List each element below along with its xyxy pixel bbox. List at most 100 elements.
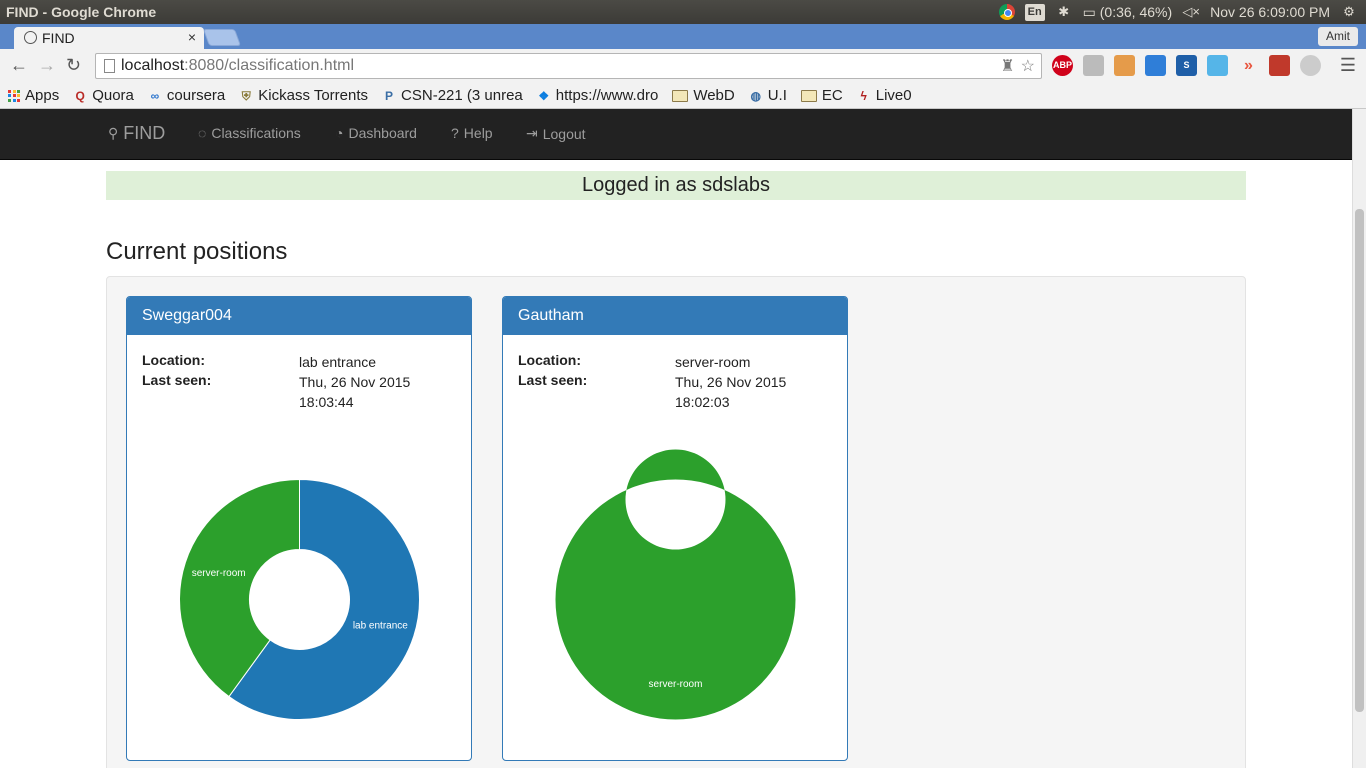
browser-toolbar: ← → ↻ localhost:8080/classification.html… (0, 49, 1366, 83)
ghost-extension-icon[interactable] (1207, 55, 1228, 76)
bookmark-item[interactable]: WebD (672, 87, 735, 104)
chrome-icon[interactable] (998, 4, 1015, 20)
brand-link[interactable]: ⚲ FIND (108, 123, 165, 144)
last-seen-date: Thu, 26 Nov 2015 (299, 374, 411, 390)
slice-label: lab entrance (353, 620, 408, 631)
volume-icon[interactable]: ◁× (1182, 3, 1200, 21)
bookmark-item[interactable]: P CSN-221 (3 unrea (382, 87, 523, 104)
url-text[interactable]: localhost:8080/classification.html (121, 57, 354, 75)
circle-extension-icon[interactable] (1300, 55, 1321, 76)
bookmark-star-icon[interactable]: ☆ (1021, 56, 1035, 76)
bookmark-label: WebD (693, 87, 735, 104)
forward-arrow-icon[interactable]: → (38, 55, 56, 76)
new-tab-button[interactable] (202, 29, 242, 46)
coursera-icon: ∞ (150, 88, 160, 103)
adblock-icon[interactable]: ABP (1052, 55, 1073, 76)
arrow-extension-icon[interactable]: » (1238, 55, 1259, 76)
chrome-menu-icon[interactable]: ☰ (1340, 55, 1356, 76)
user-card: Sweggar004 Location: lab entrance Last s… (126, 296, 472, 761)
positions-well: Sweggar004 Location: lab entrance Last s… (106, 276, 1246, 768)
tab-close-icon[interactable]: × (188, 29, 196, 45)
nav-help[interactable]: ? Help (451, 125, 493, 141)
location-value: lab entrance (299, 354, 377, 370)
bookmark-item[interactable]: ϟ Live0 (857, 87, 912, 104)
app-navbar: ⚲ FIND ◌ Classifications ◔ Dashboard ? H… (0, 109, 1352, 160)
battery-text: (0:36, 46%) (1099, 3, 1173, 20)
bookmark-label: Apps (25, 87, 60, 104)
s-extension-icon[interactable]: S (1176, 55, 1197, 76)
dashboard-icon: ◔ (335, 125, 344, 141)
bookmark-item[interactable]: ∞ coursera (148, 87, 226, 104)
quora-icon: Q (75, 88, 85, 103)
last-seen-label: Last seen: (142, 372, 212, 388)
back-arrow-icon[interactable]: ← (10, 55, 28, 76)
map-marker-icon: ⚲ (108, 125, 119, 141)
os-title-bar: FIND - Google Chrome En ✱ ▭ (0:36, 46%) … (0, 0, 1366, 24)
apps-grid-icon (8, 89, 20, 102)
location-label: Location: (142, 352, 205, 368)
nav-classifications[interactable]: ◌ Classifications (198, 125, 301, 141)
url-host: localhost (121, 57, 185, 74)
slice-label: server-room (649, 679, 703, 690)
book-extension-icon[interactable] (1269, 55, 1290, 76)
clock[interactable]: Nov 26 6:09:00 PM (1210, 4, 1330, 20)
last-seen-time: 18:03:44 (299, 394, 354, 410)
settings-gear-icon[interactable]: ⚙ (1340, 3, 1358, 21)
bookmark-item[interactable]: ⛨ Kickass Torrents (239, 87, 368, 104)
bookmark-label: EC (821, 87, 843, 104)
nav-logout[interactable]: ⇥ Logout (526, 125, 586, 142)
window-title: FIND - Google Chrome (6, 4, 157, 20)
bookmark-label: Quora (92, 87, 134, 104)
globe-icon: ◍ (750, 88, 761, 103)
profile-button[interactable]: Amit (1318, 27, 1358, 46)
location-donut-chart: lab entrance server-room (179, 478, 420, 720)
refresh-icon: ◌ (198, 125, 207, 141)
bookmark-label: Live0 (875, 87, 912, 104)
tab-title: FIND (42, 30, 75, 46)
window-extension-icon[interactable] (1145, 55, 1166, 76)
brand-text: FIND (123, 123, 166, 143)
bookmark-item[interactable]: Apps (8, 87, 59, 104)
mail-checker-icon[interactable] (1083, 55, 1104, 76)
omnibox-actions: ♜ ☆ (1000, 56, 1035, 76)
tab-find[interactable]: FIND × (14, 27, 204, 49)
extension-mascot-icon[interactable]: ♜ (1000, 56, 1014, 76)
extension-icons: ABP S » (1052, 55, 1321, 76)
user-name: Sweggar004 (127, 297, 471, 335)
page-icon (104, 59, 115, 73)
location-donut-chart: server-room (555, 449, 796, 720)
bookmark-item[interactable]: Q Quora (73, 87, 134, 104)
reload-icon[interactable]: ↻ (66, 55, 81, 76)
nav-dashboard[interactable]: ◔ Dashboard (335, 125, 417, 141)
location-value: server-room (675, 354, 751, 370)
nav-logout-label: Logout (542, 125, 586, 142)
bookmark-item[interactable]: EC (800, 87, 843, 104)
tab-strip: FIND × Amit (0, 24, 1366, 49)
bookmark-label: U.I (767, 87, 787, 104)
battery-indicator[interactable]: ▭ (0:36, 46%) (1083, 4, 1173, 21)
last-seen-date: Thu, 26 Nov 2015 (675, 374, 787, 390)
login-alert: Logged in as sdslabs (106, 171, 1246, 200)
face-extension-icon[interactable] (1114, 55, 1135, 76)
vertical-scrollbar[interactable] (1352, 109, 1366, 768)
keyboard-lang-indicator[interactable]: En (1024, 3, 1045, 21)
kickass-icon: ⛨ (241, 88, 251, 103)
user-name: Gautham (503, 297, 847, 335)
scrollbar-thumb[interactable] (1355, 209, 1364, 712)
bookmark-label: coursera (166, 87, 226, 104)
bookmark-item[interactable]: ❖ https://www.dro (537, 87, 659, 104)
bookmark-label: https://www.dro (555, 87, 659, 104)
address-bar[interactable]: localhost:8080/classification.html ♜ ☆ (95, 53, 1042, 79)
last-seen-time: 18:02:03 (675, 394, 730, 410)
bluetooth-icon[interactable]: ✱ (1055, 3, 1073, 21)
slice-label: server-room (192, 568, 246, 579)
csn-icon: P (385, 88, 394, 103)
bookmark-item[interactable]: ◍ U.I (749, 87, 787, 104)
bookmark-label: CSN-221 (3 unrea (401, 87, 523, 104)
nav-classifications-label: Classifications (211, 125, 301, 141)
last-seen-label: Last seen: (518, 372, 588, 388)
nav-help-label: Help (463, 125, 493, 141)
logout-icon: ⇥ (526, 125, 538, 141)
compass-favicon-icon (24, 31, 37, 44)
folder-icon (800, 89, 817, 102)
